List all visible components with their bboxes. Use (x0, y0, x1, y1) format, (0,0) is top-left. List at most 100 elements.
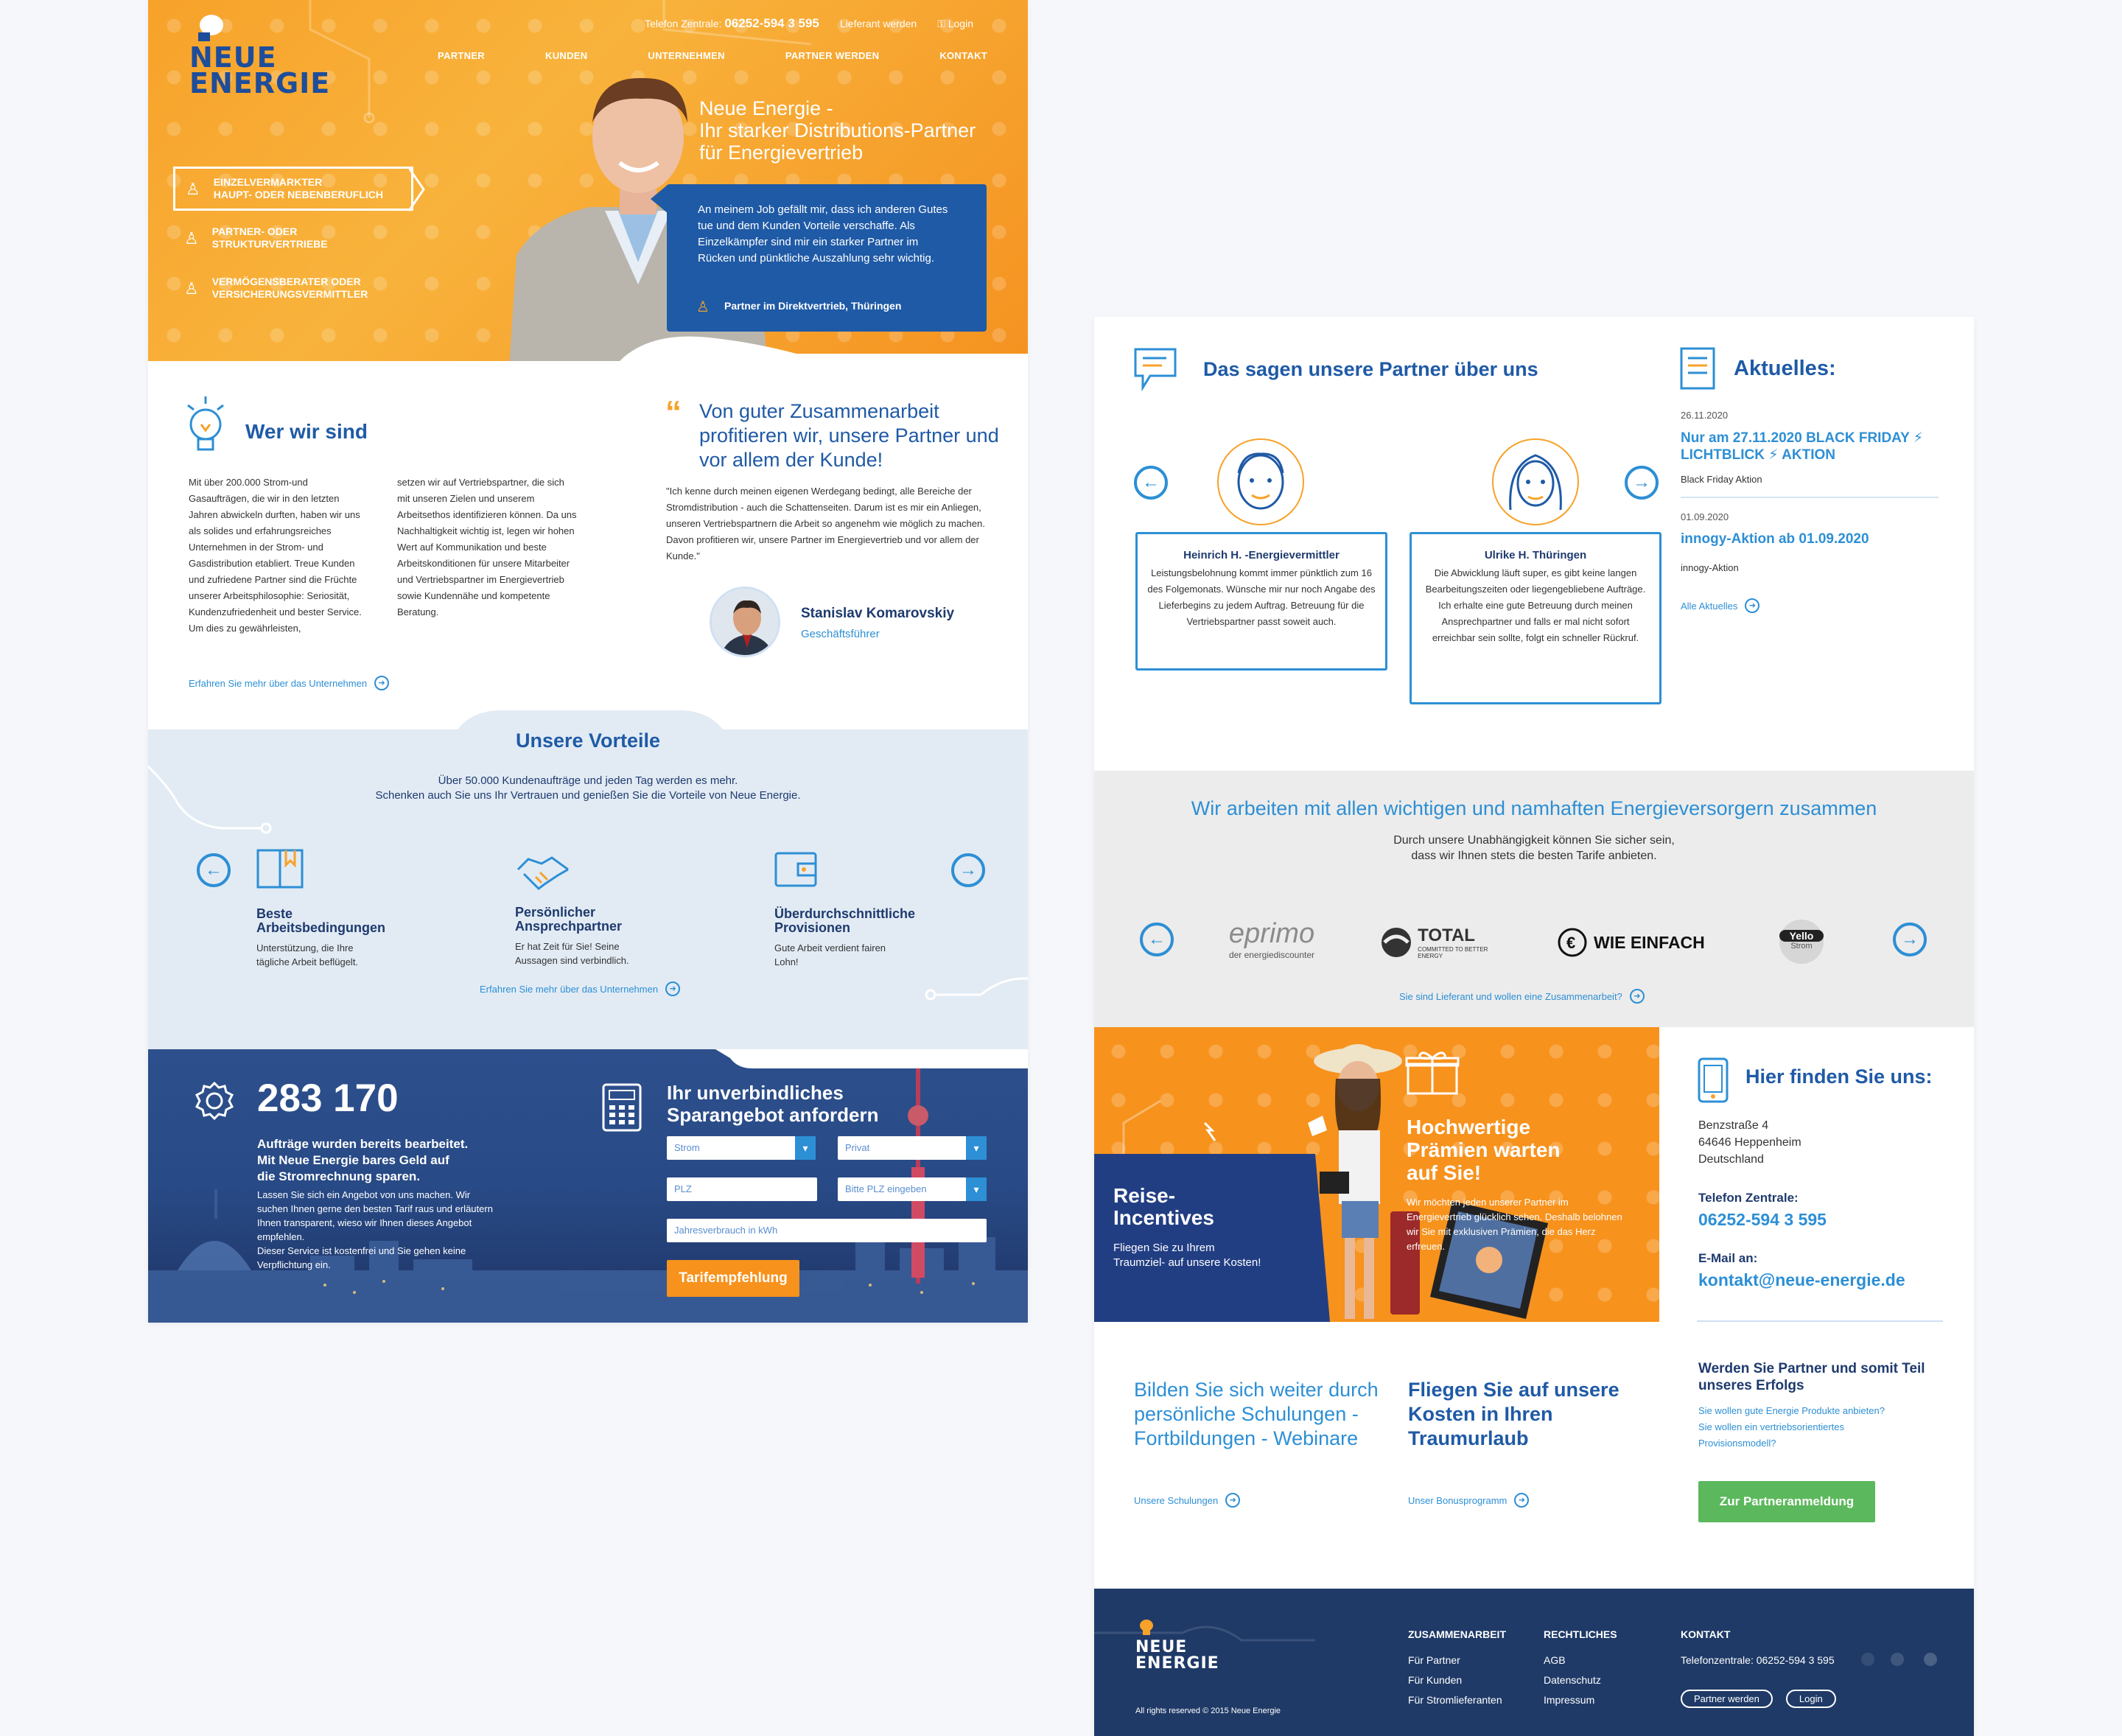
partner-logo-eprimo: eprimo der energiediscounter (1209, 918, 1334, 960)
segment-label: VERMÖGENSBERATER ODER VERSICHERUNGSVERMI… (211, 276, 368, 300)
nav-kontakt[interactable]: KONTAKT (939, 50, 987, 61)
news-title: Aktuelles: (1734, 357, 1836, 380)
address-country: Deutschland (1698, 1153, 1764, 1166)
hero-section: NEUE ENERGIE Telefon Zentrale: 06252-594… (148, 0, 1028, 367)
gift-icon (1405, 1051, 1460, 1095)
segment-strukturvertriebe[interactable]: ♙ PARTNER- ODER STRUKTURVERTRIEBE (184, 225, 328, 251)
tarif-submit-button[interactable]: Tarifempfehlung (667, 1260, 799, 1297)
phone-number[interactable]: 06252-594 3 595 (724, 16, 819, 30)
footer-link[interactable]: Für Stromlieferanten (1408, 1690, 1506, 1710)
usage-input[interactable]: Jahresverbrauch in kWh (667, 1219, 987, 1242)
vorteil-text: Er hat Zeit für Sie! Seine Aussagen sind… (515, 941, 629, 966)
testimonial-text: Leistungsbelohnung kommt immer pünktlich… (1147, 567, 1376, 627)
segment-einzelvermarkter[interactable]: ♙ EINZELVERMARKTER HAUPT- ODER NEBENBERU… (173, 167, 413, 211)
footer-phone[interactable]: Telefonzentrale: 06252-594 3 595 (1681, 1651, 1836, 1670)
vorteil-item: Persönlicher Ansprechpartner Er hat Zeit… (515, 847, 677, 967)
partners-sub-line1: Durch unsere Unabhängigkeit können Sie s… (1393, 834, 1675, 847)
supplier-link[interactable]: Lieferant werden (840, 18, 917, 29)
man-avatar-icon (1217, 438, 1304, 525)
logo[interactable]: NEUE ENERGIE (189, 10, 330, 97)
vorteil-title: Persönlicher Ansprechpartner (515, 905, 623, 934)
cta-line: Sie wollen ein vertriebsorientiertes (1698, 1421, 1844, 1432)
footer-partner-button[interactable]: Partner werden (1681, 1690, 1773, 1708)
vorteile-prev-button[interactable]: ← (197, 853, 231, 887)
person-icon: ♙ (186, 179, 200, 198)
customer-type-select[interactable]: Privat ▾ (838, 1136, 987, 1160)
footer-link[interactable]: Für Partner (1408, 1651, 1506, 1670)
reise-text: Fliegen Sie zu Ihrem Traumziel- auf unse… (1113, 1242, 1261, 1269)
plz-input[interactable]: PLZ (667, 1177, 817, 1201)
arrow-left-icon: ← (205, 860, 223, 880)
segment-vermoegensberater[interactable]: ♙ VERMÖGENSBERATER ODER VERSICHERUNGSVER… (184, 276, 368, 301)
footer-link[interactable]: Impressum (1544, 1690, 1617, 1710)
partner-register-button[interactable]: Zur Partneranmeldung (1698, 1481, 1875, 1522)
news-list: 26.11.2020 Nur am 27.11.2020 BLACK FRIDA… (1681, 410, 1939, 613)
footer-link[interactable]: AGB (1544, 1651, 1617, 1670)
ceo-name: Stanislav Komarovskiy (801, 606, 955, 621)
schulung-link[interactable]: Unsere Schulungen ➜ (1134, 1493, 1241, 1508)
vorteil-text: Unterstützung, die Ihre tägliche Arbeit … (256, 942, 359, 967)
contact-phone[interactable]: 06252-594 3 595 (1698, 1210, 1827, 1230)
phone-block: Telefon Zentrale: 06252-594 3 595 (645, 16, 819, 31)
promo-banner: Reise- Incentives Fliegen Sie zu Ihrem T… (1094, 1027, 1659, 1322)
news-headline: innogy-Aktion ab 01.09.2020 (1681, 531, 1869, 547)
contact-title: Hier finden Sie uns: (1745, 1065, 1933, 1088)
logo-name: WIE EINFACH (1594, 932, 1705, 952)
handshake-icon (517, 856, 569, 890)
schulung-link-label: Unsere Schulungen (1134, 1494, 1219, 1506)
nav-partner-werden[interactable]: PARTNER WERDEN (785, 50, 879, 61)
testimonials-next-button[interactable]: → (1625, 466, 1659, 500)
news-headline: Nur am 27.11.2020 BLACK FRIDAY ⚡ LICHTBL… (1681, 430, 1924, 463)
footer-link[interactable]: Für Kunden (1408, 1670, 1506, 1690)
newspaper-icon (1680, 347, 1715, 390)
logo-sub: Strom (1790, 942, 1813, 951)
news-item[interactable]: 01.09.2020 innogy-Aktion ab 01.09.2020 i… (1681, 498, 1939, 573)
vorteile-more-link[interactable]: Erfahren Sie mehr über das Unternehmen ➜ (480, 981, 681, 996)
footer-login-button[interactable]: Login (1785, 1690, 1836, 1708)
vorteil-text: Gute Arbeit verdient fairen Lohn! (774, 942, 886, 967)
vorteile-subtitle-line1: Über 50.000 Kundenaufträge und jeden Tag… (438, 774, 738, 787)
about-more-label: Erfahren Sie mehr über das Unternehmen (189, 677, 368, 689)
badge-icon (195, 1081, 234, 1121)
energy-type-select[interactable]: Strom ▾ (667, 1136, 816, 1160)
contact-email[interactable]: kontakt@neue-energie.de (1698, 1270, 1905, 1290)
arrow-right-icon: ➜ (1629, 989, 1645, 1004)
main-nav: PARTNER KUNDEN UNTERNEHMEN PARTNER WERDE… (438, 50, 987, 61)
vorteil-title: Beste Arbeitsbedingungen (256, 906, 385, 935)
partners-prev-button[interactable]: ← (1140, 923, 1174, 956)
ceo-avatar (710, 587, 780, 657)
vorteile-next-button[interactable]: → (951, 853, 985, 887)
key-icon: ⚿ (937, 17, 948, 29)
top-bar: Telefon Zentrale: 06252-594 3 595 Liefer… (645, 16, 973, 31)
chevron-down-icon: ▾ (966, 1177, 987, 1201)
supplier-cooperation-link[interactable]: Sie sind Lieferant und wollen eine Zusam… (1399, 989, 1645, 1004)
quote-mark-icon: “ (665, 394, 682, 430)
arrow-right-icon: ➜ (1745, 598, 1760, 613)
footer-link[interactable]: Datenschutz (1544, 1670, 1617, 1690)
all-news-link[interactable]: Alle Aktuelles ➜ (1681, 598, 1939, 613)
footer-col-zusammenarbeit: ZUSAMMENARBEIT Für Partner Für Kunden Fü… (1408, 1628, 1506, 1710)
nav-partner[interactable]: PARTNER (438, 50, 485, 61)
news-item[interactable]: 26.11.2020 Nur am 27.11.2020 BLACK FRIDA… (1681, 410, 1939, 498)
bonus-link[interactable]: Unser Bonusprogramm ➜ (1408, 1493, 1530, 1508)
partners-next-button[interactable]: → (1893, 923, 1927, 956)
login-label: Login (948, 17, 973, 29)
ceo-role: Geschäftsführer (801, 628, 880, 640)
about-more-link[interactable]: Erfahren Sie mehr über das Unternehmen ➜ (189, 676, 390, 690)
plz-city-select[interactable]: Bitte PLZ eingeben ▾ (838, 1177, 987, 1201)
nav-unternehmen[interactable]: UNTERNEHMEN (648, 50, 724, 61)
vorteile-section: Unsere Vorteile Über 50.000 Kundenaufträ… (148, 710, 1028, 1051)
lightbulb-icon (187, 396, 224, 451)
urlaub-title: Fliegen Sie auf unsere Kosten in Ihren T… (1408, 1379, 1619, 1449)
logo-sub: der energiediscounter (1228, 950, 1315, 960)
nav-kunden[interactable]: KUNDEN (545, 50, 587, 61)
book-icon (256, 849, 304, 889)
testimonials-prev-button[interactable]: ← (1134, 466, 1168, 500)
login-link[interactable]: ⚿ Login (937, 18, 973, 30)
woman-avatar-icon (1492, 438, 1579, 525)
footer-logo[interactable]: NEUE ENERGIE (1135, 1618, 1219, 1672)
logo-name: Yello (1779, 930, 1824, 942)
footer-col-title: RECHTLICHES (1544, 1628, 1617, 1640)
all-news-label: Alle Aktuelles (1681, 600, 1738, 612)
counter-section: 283 170 Aufträge wurden bereits bearbeit… (148, 1049, 1028, 1323)
